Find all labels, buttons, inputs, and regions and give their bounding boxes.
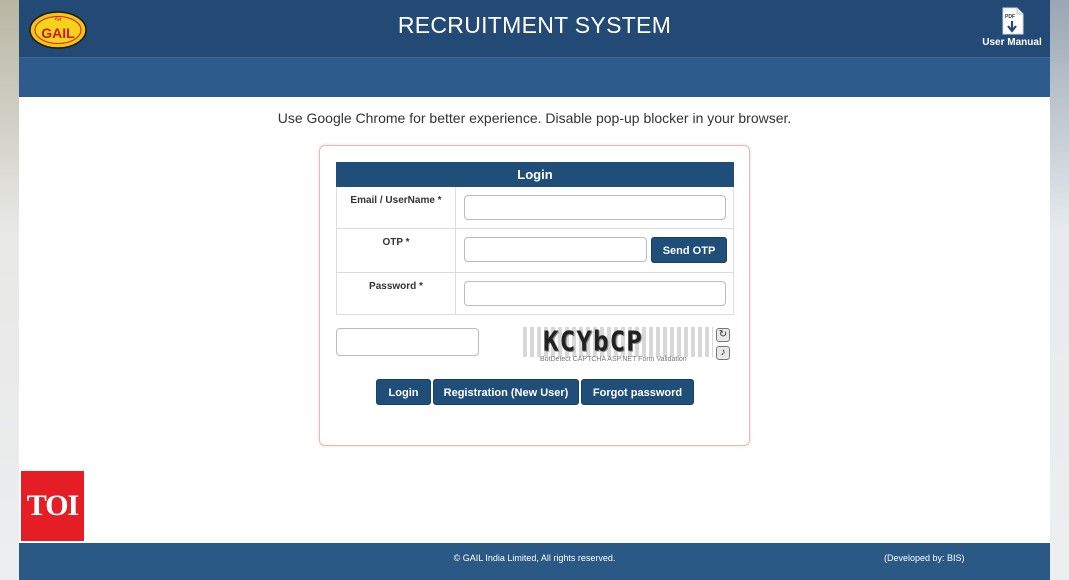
- otp-row: OTP * Send OTP: [336, 229, 734, 273]
- password-row: Password *: [336, 273, 734, 315]
- browser-notice: Use Google Chrome for better experience.…: [277, 110, 792, 126]
- send-otp-button[interactable]: Send OTP: [651, 237, 727, 263]
- email-row: Email / UserName *: [336, 187, 734, 229]
- otp-label: OTP *: [337, 229, 456, 272]
- captcha-caption: BotDetect CAPTCHA ASP.NET Form Validatio…: [540, 356, 687, 363]
- login-heading: Login: [336, 162, 734, 187]
- otp-input[interactable]: [464, 237, 647, 262]
- registration-button[interactable]: Registration (New User): [433, 379, 579, 405]
- audio-captcha-icon[interactable]: ♪: [716, 346, 730, 360]
- captcha-input[interactable]: [336, 328, 479, 356]
- pdf-download-icon: PDF: [1002, 7, 1024, 35]
- captcha-code: KCYbCP: [543, 327, 643, 357]
- login-card: Login Email / UserName * OTP * Send OTP …: [319, 145, 750, 446]
- captcha-image: KCYbCP: [523, 327, 713, 357]
- email-input[interactable]: [464, 195, 726, 220]
- password-input[interactable]: [464, 281, 726, 306]
- right-background-strip: [1050, 0, 1069, 580]
- user-manual-label: User Manual: [982, 37, 1042, 48]
- password-label: Password *: [337, 273, 456, 314]
- forgot-password-button[interactable]: Forgot password: [581, 379, 694, 405]
- svg-text:PDF: PDF: [1005, 14, 1015, 20]
- refresh-captcha-icon[interactable]: ↻: [716, 328, 730, 342]
- page-title: RECRUITMENT SYSTEM: [397, 12, 672, 38]
- developer-credit: (Developed by: BIS): [884, 553, 965, 563]
- user-manual-link[interactable]: PDF User Manual: [982, 6, 1042, 48]
- navigation-bar: [19, 57, 1050, 97]
- email-label: Email / UserName *: [337, 187, 456, 228]
- left-background-strip: [0, 0, 19, 580]
- login-button[interactable]: Login: [376, 379, 431, 405]
- toi-watermark: TOI: [21, 471, 84, 541]
